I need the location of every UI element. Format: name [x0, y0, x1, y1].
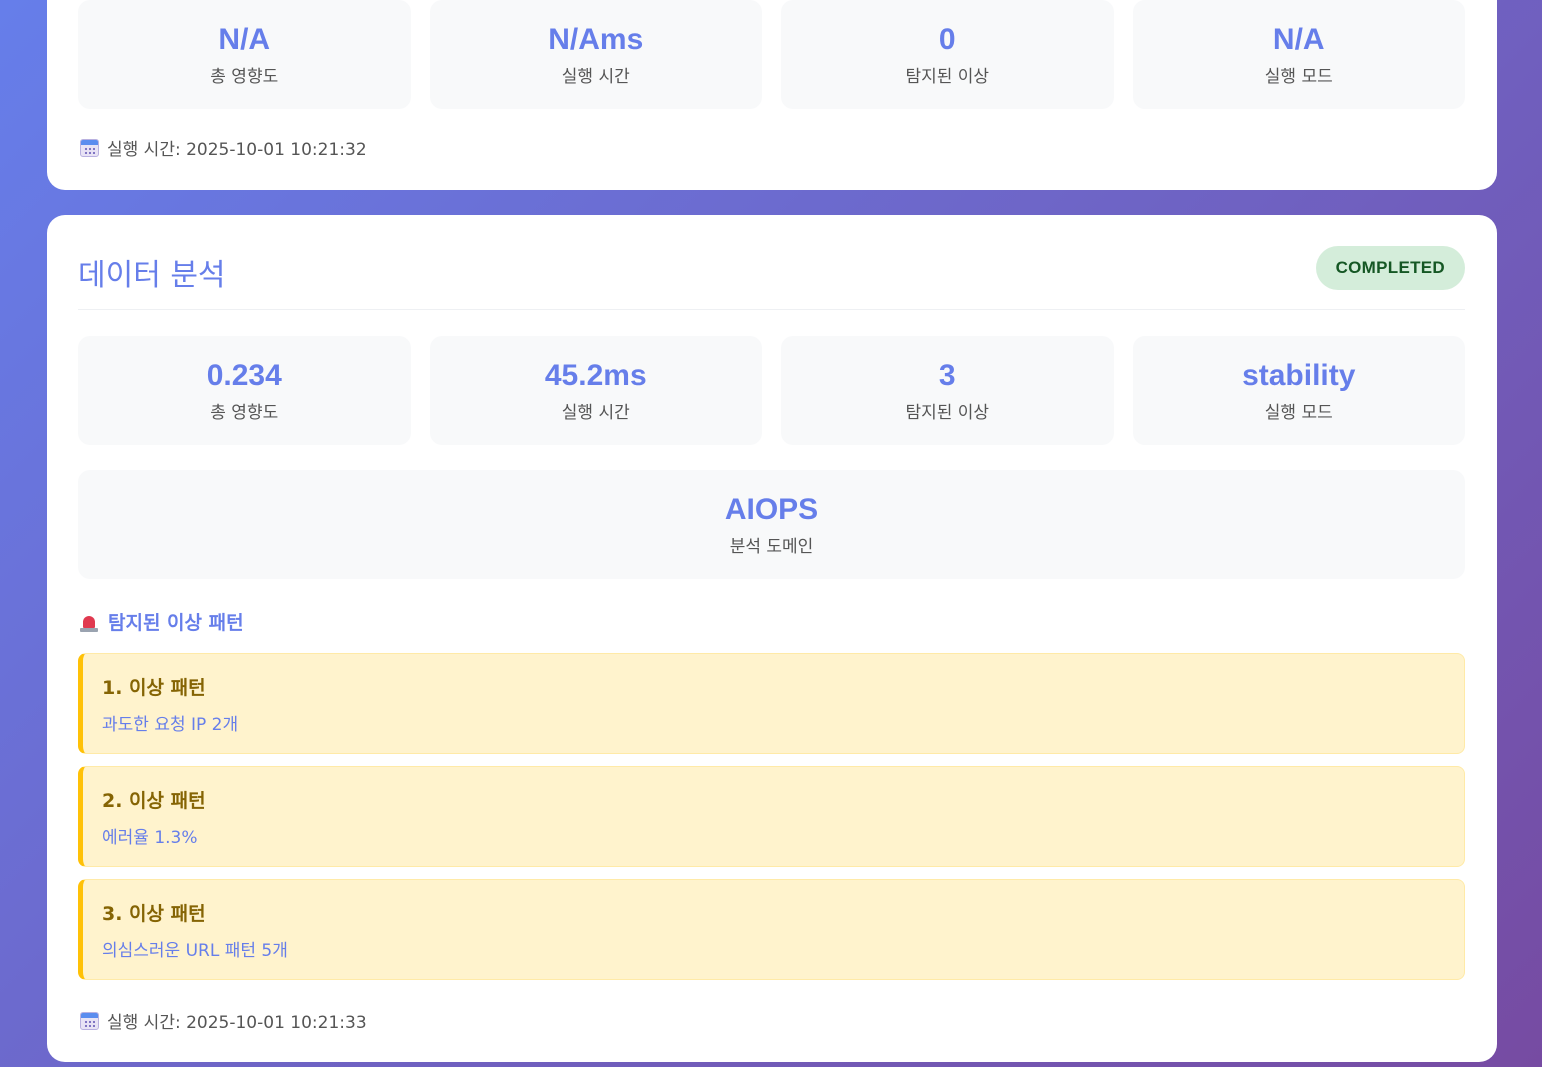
metric-label: 탐지된 이상 [905, 403, 990, 423]
section-title: 데이터 분석 [78, 258, 226, 293]
rotating-light-icon [80, 612, 98, 632]
metric-value: 0.234 [206, 359, 282, 392]
metric-label: 총 영향도 [210, 67, 279, 87]
card-header: 데이터 분석 COMPLETED [78, 246, 1465, 310]
domain-label: 분석 도메인 [729, 537, 814, 557]
timestamp-text: 실행 시간: 2025-10-01 10:21:33 [107, 1013, 367, 1033]
metric-value: N/A [1272, 23, 1325, 56]
analysis-domain: AIOPS 분석 도메인 [78, 470, 1465, 579]
execution-timestamp: 실행 시간: 2025-10-01 10:21:33 [80, 1008, 367, 1033]
anomaly-patterns-heading: 탐지된 이상 패턴 [80, 608, 244, 635]
metric-value: 45.2ms [544, 359, 647, 392]
metric-execution-mode: stability 실행 모드 [1132, 336, 1465, 445]
metric-total-impact: N/A 총 영향도 [78, 0, 411, 109]
metric-label: 실행 시간 [561, 67, 630, 87]
status-badge: COMPLETED [1315, 246, 1465, 290]
metric-label: 탐지된 이상 [905, 67, 990, 87]
metrics-grid: N/A 총 영향도 N/Ams 실행 시간 0 탐지된 이상 N/A 실행 모드 [78, 0, 1465, 109]
pattern-title: 3. 이상 패턴 [102, 903, 206, 925]
metric-label: 실행 모드 [1264, 403, 1333, 423]
calendar-icon [80, 138, 99, 157]
pattern-title: 1. 이상 패턴 [102, 677, 206, 699]
anomaly-pattern-list: 1. 이상 패턴 과도한 요청 IP 2개 2. 이상 패턴 에러율 1.3% … [78, 653, 1465, 992]
metric-execution-mode: N/A 실행 모드 [1132, 0, 1465, 109]
anomaly-pattern-item: 3. 이상 패턴 의심스러운 URL 패턴 5개 [78, 879, 1465, 980]
metric-execution-time: N/Ams 실행 시간 [429, 0, 762, 109]
domain-value: AIOPS [724, 493, 819, 526]
metrics-grid: 0.234 총 영향도 45.2ms 실행 시간 3 탐지된 이상 stabil… [78, 336, 1465, 445]
metric-label: 실행 모드 [1264, 67, 1333, 87]
metric-detected-anomalies: 0 탐지된 이상 [781, 0, 1114, 109]
pattern-description: 과도한 요청 IP 2개 [102, 715, 239, 735]
metric-execution-time: 45.2ms 실행 시간 [429, 336, 762, 445]
metric-value: stability [1242, 359, 1356, 392]
previous-result-card: N/A 총 영향도 N/Ams 실행 시간 0 탐지된 이상 N/A 실행 모드… [47, 0, 1497, 190]
metric-label: 실행 시간 [561, 403, 630, 423]
data-analysis-card: 데이터 분석 COMPLETED 0.234 총 영향도 45.2ms 실행 시… [47, 215, 1497, 1062]
pattern-description: 에러율 1.3% [102, 828, 198, 848]
metric-value: N/Ams [548, 23, 644, 56]
metric-detected-anomalies: 3 탐지된 이상 [781, 336, 1114, 445]
metric-total-impact: 0.234 총 영향도 [78, 336, 411, 445]
metric-value: 0 [938, 23, 956, 56]
calendar-icon [80, 1011, 99, 1030]
timestamp-text: 실행 시간: 2025-10-01 10:21:32 [107, 140, 367, 160]
execution-timestamp: 실행 시간: 2025-10-01 10:21:32 [80, 135, 367, 160]
metric-value: 3 [938, 359, 956, 392]
anomaly-pattern-item: 2. 이상 패턴 에러율 1.3% [78, 766, 1465, 867]
pattern-description: 의심스러운 URL 패턴 5개 [102, 941, 288, 961]
anomaly-pattern-item: 1. 이상 패턴 과도한 요청 IP 2개 [78, 653, 1465, 754]
metric-value: N/A [218, 23, 271, 56]
metric-label: 총 영향도 [210, 403, 279, 423]
pattern-title: 2. 이상 패턴 [102, 790, 206, 812]
patterns-heading-text: 탐지된 이상 패턴 [108, 612, 244, 634]
